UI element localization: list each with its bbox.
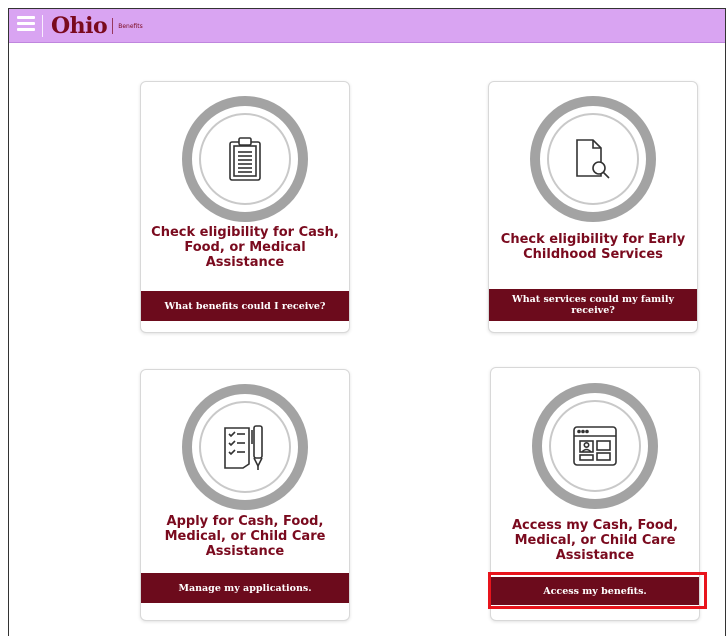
card-check-eligibility-early-childhood: Check eligibility for Early Childhood Se… [488,81,698,333]
card-apply-assistance: Apply for Cash, Food, Medical, or Child … [140,369,350,621]
document-search-icon [576,139,610,179]
top-navigation-bar: Ohio Benefits [9,9,725,43]
what-benefits-button[interactable]: What benefits could I receive? [141,291,349,321]
what-services-button[interactable]: What services could my family receive? [489,289,697,321]
ohio-benefits-logo[interactable]: Ohio Benefits [51,12,143,40]
header-divider [42,15,43,37]
card-check-eligibility-cash-food-medical: Check eligibility for Cash, Food, or Med… [140,81,350,333]
card-title: Check eligibility for Early Childhood Se… [500,232,686,262]
card-icon-ring [532,383,658,509]
access-benefits-button[interactable]: Access my benefits. [491,577,699,605]
card-title: Access my Cash, Food, Medical, or Child … [511,518,679,563]
card-title: Apply for Cash, Food, Medical, or Child … [164,514,326,559]
logo-benefits-text: Benefits [118,22,143,30]
card-icon-ring [182,96,308,222]
hamburger-icon[interactable] [17,16,35,34]
card-title: Check eligibility for Cash, Food, or Med… [151,225,339,270]
checklist-pen-icon [224,425,263,470]
logo-divider [112,18,114,34]
clipboard-icon [229,137,261,181]
card-icon-ring [530,96,656,222]
browser-window-icon [573,426,617,466]
logo-ohio-text: Ohio [51,13,108,39]
card-access-benefits: Access my Cash, Food, Medical, or Child … [490,367,700,621]
manage-applications-button[interactable]: Manage my applications. [141,573,349,603]
card-icon-ring [182,384,308,510]
